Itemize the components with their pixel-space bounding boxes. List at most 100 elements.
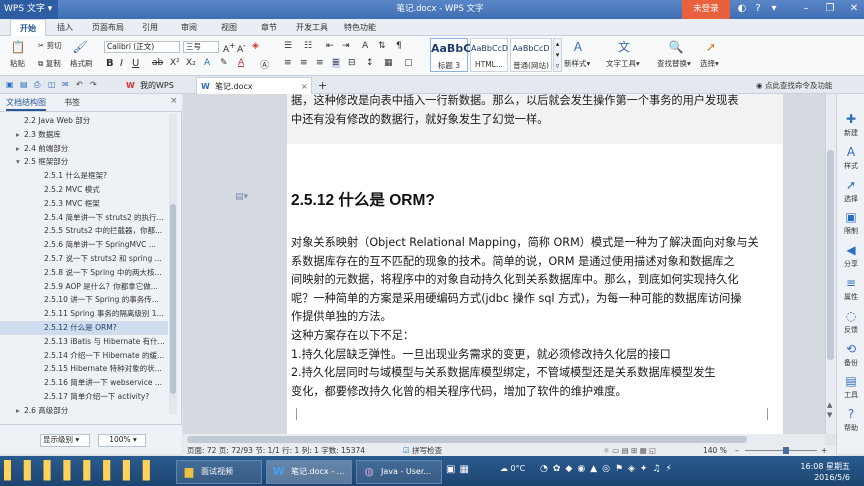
outline-item[interactable]: 2.5.7 说一下 struts2 和 spring ... <box>0 252 168 266</box>
sidebar-properties-button[interactable]: ≡ 属性 <box>837 272 864 306</box>
style-normal-web[interactable]: AaBbCcD 普通(网站) <box>510 38 552 72</box>
decrease-indent-icon[interactable]: ⇤ <box>326 41 334 51</box>
text-tool-icon[interactable]: 文 <box>616 40 632 54</box>
sidebar-restrict-button[interactable]: ▣ 限制 <box>837 206 864 240</box>
tray-icons-left[interactable]: ▣▦ <box>446 464 486 478</box>
align-left-icon[interactable]: ≡ <box>284 58 292 68</box>
outline-item[interactable]: 2.5.1 什么是框架? <box>0 169 168 183</box>
outline-item[interactable]: 2.5.15 Hibernate 特种对象的状... <box>0 362 168 376</box>
tab-features[interactable]: 特色功能 <box>338 19 382 36</box>
outline-item[interactable]: 2.5.10 讲一下 Spring 的事务传... <box>0 293 168 307</box>
vertical-scroll-thumb[interactable] <box>827 150 834 360</box>
command-search[interactable]: ◉ 点此查找命令及功能 <box>756 80 832 91</box>
sidebar-style-button[interactable]: A 样式 <box>837 141 864 175</box>
close-pane-icon[interactable]: × <box>170 96 178 106</box>
numbered-list-icon[interactable]: ☷ <box>304 41 312 51</box>
outline-item[interactable]: 2.5.8 说一下 Spring 中的两大核... <box>0 266 168 280</box>
collapse-arrow-icon[interactable]: ▸ <box>16 128 20 142</box>
preview-icon[interactable]: ◫ <box>48 80 56 89</box>
restore-icon[interactable]: ❐ <box>824 3 836 15</box>
zoom-slider-thumb[interactable] <box>783 447 789 454</box>
font-color-icon[interactable]: A <box>238 58 244 68</box>
taskbar-clock[interactable]: 16:08 星期五 2016/5/6 <box>760 458 864 486</box>
tab-developer[interactable]: 开发工具 <box>290 19 334 36</box>
tab-document-outline[interactable]: 文档结构图 <box>6 94 46 111</box>
sidebar-backup-button[interactable]: ⟲ 备份 <box>837 338 864 372</box>
sidebar-select-button[interactable]: ➚ 选择 <box>837 174 864 208</box>
view-mode-icons[interactable]: ☼ ▭ ▤ ⊞ ▦ ◱ <box>603 445 656 456</box>
outline-item[interactable]: 2.2 Java Web 部分 <box>0 114 168 128</box>
collapse-arrow-icon[interactable]: ▸ <box>16 404 20 418</box>
shrink-font-icon[interactable]: A- <box>237 41 246 55</box>
outline-level-select[interactable]: 显示级别 ▾ <box>40 434 90 447</box>
select-cursor-icon[interactable]: ➚ <box>703 40 719 54</box>
task-eclipse[interactable]: ◍ Java - User... <box>356 460 442 484</box>
outline-item[interactable]: 2.5.11 Spring 事务的隔离级别 1... <box>0 307 168 321</box>
spell-check-button[interactable]: ☑ 拼写检查 <box>403 445 442 456</box>
nav-scroll-thumb[interactable] <box>170 204 176 394</box>
outline-item[interactable]: ▸ 2.6 高级部分 <box>0 404 168 418</box>
outline-item[interactable]: 2.5.6 简单讲一下 SpringMVC ... <box>0 238 168 252</box>
italic-icon[interactable]: I <box>120 58 123 69</box>
task-wps-document[interactable]: W 笔记.docx - ... <box>266 460 352 484</box>
zoom-slider[interactable] <box>745 450 817 451</box>
page-nav-arrows[interactable]: ▲ ▼ <box>827 400 832 420</box>
subscript-icon[interactable]: X₂ <box>186 58 196 68</box>
tab-chapter[interactable]: 章节 <box>254 19 284 36</box>
chinese-layout-icon[interactable]: A <box>362 41 368 51</box>
text-effect-icon[interactable]: A <box>204 58 210 68</box>
task-folder[interactable]: ▆ 面试视频 <box>176 460 262 484</box>
outline-item[interactable]: 2.5.4 简单讲一下 struts2 的执行... <box>0 211 168 225</box>
copy-button[interactable]: ⧉ 复制 <box>38 58 61 69</box>
skin-icon[interactable]: ◐ <box>736 3 748 15</box>
redo-icon[interactable]: ↷ <box>90 80 97 89</box>
tab-home[interactable]: 开始 <box>10 19 46 36</box>
tab-my-wps[interactable]: W 我的WPS <box>122 77 194 94</box>
sidebar-feedback-button[interactable]: ◌ 反馈 <box>837 305 864 339</box>
underline-icon[interactable]: U <box>132 58 139 69</box>
print-icon[interactable]: ⎙ <box>34 80 40 90</box>
outline-item[interactable]: 2.5.14 介绍一下 Hibernate 的缓... <box>0 349 168 363</box>
outline-item[interactable]: ▸ 2.3 数据库 <box>0 128 168 142</box>
tab-insert[interactable]: 插入 <box>50 19 80 36</box>
outline-item[interactable]: ▸ 2.4 前端部分 <box>0 142 168 156</box>
line-spacing-icon[interactable]: ↕ <box>366 58 374 68</box>
sidebar-new-button[interactable]: ✚ 新建 <box>837 108 864 142</box>
tab-references[interactable]: 引用 <box>136 19 164 36</box>
system-tray-icons[interactable]: ◔✿◆◉▲◎⚑◈✦♫⚡ <box>540 464 750 478</box>
email-icon[interactable]: ✉ <box>62 80 69 89</box>
outline-item[interactable]: 2.5.3 MVC 框架 <box>0 197 168 211</box>
shading-icon[interactable]: ▦ <box>384 58 393 68</box>
document-page[interactable]: 据，这种修改是向表中插入一行新数据。那么，以后就会发生操作第一个事务的用户发现表… <box>287 94 783 434</box>
char-border-icon[interactable]: Ⓐ <box>260 58 269 71</box>
collapse-arrow-icon[interactable]: ▸ <box>16 142 20 156</box>
open-icon[interactable]: ▤ <box>20 80 28 89</box>
align-center-icon[interactable]: ≡ <box>300 58 308 68</box>
outline-item[interactable]: 2.5.13 iBatis 与 Hibernate 有什... <box>0 335 168 349</box>
nav-zoom-select[interactable]: 100% ▾ <box>98 434 146 447</box>
styles-scroll[interactable]: ▴ ▾ ▿ <box>553 38 562 72</box>
login-button[interactable]: 未登录 <box>682 0 730 19</box>
sidebar-share-button[interactable]: ◀ 分享 <box>837 239 864 273</box>
sidebar-help-button[interactable]: ? 帮助 <box>837 403 864 437</box>
style-heading3[interactable]: AaBbC 标题 3 <box>430 38 471 72</box>
outline-item[interactable]: 2.5.2 MVC 模式 <box>0 183 168 197</box>
cut-button[interactable]: ✂ 剪切 <box>38 40 62 51</box>
increase-indent-icon[interactable]: ⇥ <box>342 41 350 51</box>
outline-item[interactable]: ▾ 2.5 框架部分 <box>0 155 168 169</box>
pinned-apps-icon[interactable]: ▌▌▌▌▌▌▌▌ <box>4 460 164 482</box>
superscript-icon[interactable]: X² <box>170 58 180 68</box>
find-replace-icon[interactable]: 🔍 <box>668 40 684 54</box>
horizontal-scroll-thumb[interactable] <box>187 436 747 443</box>
format-painter-icon[interactable]: 🖌 <box>72 40 88 54</box>
bullet-list-icon[interactable]: ☰ <box>284 41 292 51</box>
wps-app-menu-button[interactable]: WPS 文字 ▾ <box>0 0 58 19</box>
tab-page-layout[interactable]: 页面布局 <box>86 19 130 36</box>
tab-bookmarks[interactable]: 书签 <box>64 94 80 111</box>
bold-icon[interactable]: B <box>106 58 114 69</box>
justify-icon[interactable]: ≣ <box>332 58 340 68</box>
outline-item[interactable]: 2.5.16 简单讲一下 webservice ... <box>0 376 168 390</box>
font-size-select[interactable]: 三号 <box>183 41 219 53</box>
paragraph-options-icon[interactable]: ▤▾ <box>235 192 248 202</box>
close-icon[interactable]: ✕ <box>848 3 860 15</box>
